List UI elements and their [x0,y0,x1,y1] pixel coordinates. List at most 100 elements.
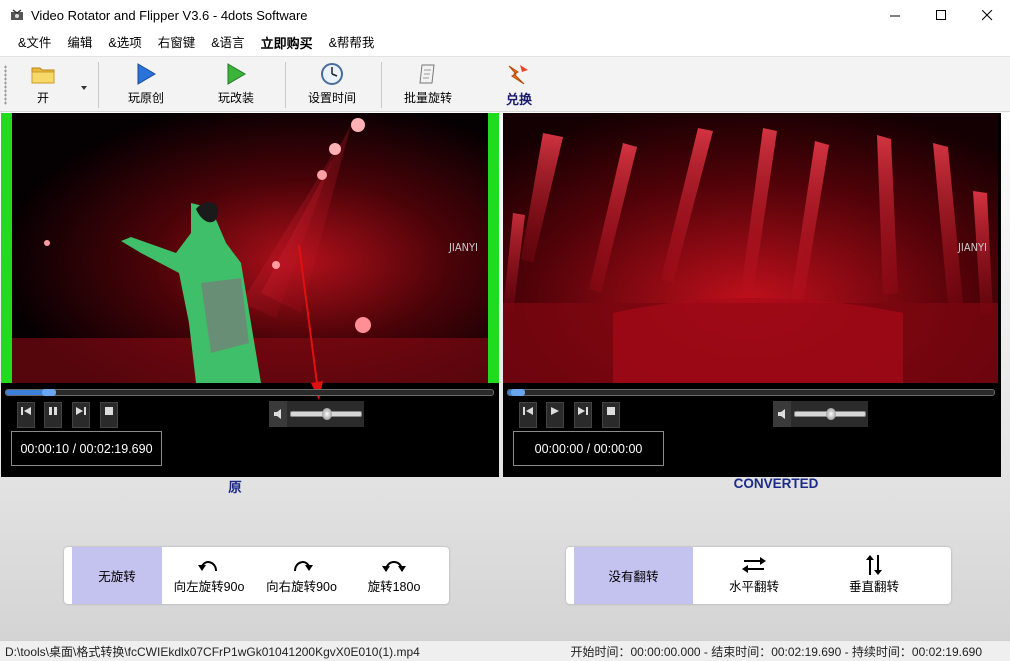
converted-volume-slider[interactable] [794,411,866,417]
original-caption: 原 [200,476,270,496]
converted-play-button[interactable] [546,402,564,428]
prev-icon [21,406,31,416]
converted-player: JIANYI 00:00:00 / 00:00:00 [503,113,1001,477]
original-video-frame[interactable] [1,113,499,383]
rotate-left-label: 向左旋转90o [174,576,245,595]
convert-button[interactable]: 兑换 [502,61,536,109]
rotate-right-icon [291,556,313,574]
play-converted-button[interactable]: 玩改装 [214,61,258,109]
converted-stop-button[interactable] [602,402,620,428]
rotate-right-label: 向右旋转90o [266,576,337,595]
converted-caption: CONVERTED [700,476,852,491]
batch-rotate-button[interactable]: 批量旋转 [402,61,454,109]
original-watermark: JIANYI [449,241,478,254]
converted-video-frame[interactable] [503,113,1001,383]
converted-prev-button[interactable] [519,402,537,428]
open-label: 开 [37,89,49,106]
open-button[interactable]: 开 [28,61,58,109]
original-right-border [488,113,499,383]
converted-volume[interactable] [773,401,868,427]
original-player: JIANYI 00:00:10 / 00:02:19.690 [1,113,499,477]
clock-icon [319,61,345,87]
app-icon [9,8,25,24]
play-original-label: 玩原创 [128,89,164,106]
open-dropdown-arrow-icon[interactable] [80,81,88,89]
vertical-flip-icon [865,556,883,574]
toolbar-grip [4,65,7,105]
toolbar-separator [285,62,286,108]
converted-video-image [503,113,998,383]
time-range: 开始时间：00:00:00.000 - 结束时间：00:02:19.690 - … [570,643,982,660]
close-button[interactable] [964,0,1010,31]
original-prev-button[interactable] [17,402,35,428]
stop-icon [104,406,114,416]
original-seek-thumb[interactable] [42,389,56,396]
horizontal-flip-option[interactable]: 水平翻转 [694,547,814,604]
play-icon [550,406,560,416]
play-green-icon [223,61,249,87]
original-volume-knob[interactable] [322,408,332,420]
rotate-180-option[interactable]: 旋转180o [349,547,439,604]
file-path: D:\tools\桌面\格式转换\fcCWIEkdlx07CFrP1wGk010… [5,643,420,660]
play-converted-label: 玩改装 [218,89,254,106]
converted-next-button[interactable] [574,402,592,428]
pause-icon [48,406,58,416]
set-time-button[interactable]: 设置时间 [306,61,358,109]
batch-rotate-label: 批量旋转 [404,89,452,106]
no-rotation-label: 无旋转 [98,566,136,585]
no-rotation-option[interactable]: 无旋转 [72,547,162,604]
original-time-display: 00:00:10 / 00:02:19.690 [11,431,162,466]
menu-options[interactable]: &选项 [100,31,149,56]
converted-seek-bar[interactable] [507,389,995,396]
toolbar-separator [98,62,99,108]
stop-icon [606,406,616,416]
rotation-options: 无旋转 向左旋转90o 向右旋转90o 旋转180o [64,547,449,604]
play-blue-icon [133,61,159,87]
flip-options: 没有翻转 水平翻转 垂直翻转 [566,547,951,604]
original-volume-slider[interactable] [290,411,362,417]
scroll-icon [415,61,441,87]
converted-volume-knob[interactable] [826,408,836,420]
menu-file[interactable]: &文件 [10,31,59,56]
converted-seek-thumb[interactable] [511,389,525,396]
maximize-button[interactable] [918,0,964,31]
rotate-left-90-option[interactable]: 向左旋转90o [164,547,254,604]
original-video-image [1,113,499,383]
prev-icon [523,406,533,416]
original-left-border [1,113,12,383]
menu-help[interactable]: &帮帮我 [321,31,383,56]
toolbar: 开 玩原创 玩改装 设置时间 批量旋转 兑换 [0,56,1010,112]
speaker-icon [773,401,791,427]
no-flip-option[interactable]: 没有翻转 [574,547,693,604]
menu-context[interactable]: 右窗键 [150,31,204,56]
next-icon [76,406,86,416]
original-pause-button[interactable] [44,402,62,428]
converted-watermark: JIANYI [958,241,987,254]
rotate-180-icon [381,556,407,574]
status-bar: D:\tools\桌面\格式转换\fcCWIEkdlx07CFrP1wGk010… [0,640,1010,661]
minimize-button[interactable] [872,0,918,31]
title-bar: Video Rotator and Flipper V3.6 - 4dots S… [0,0,1010,31]
rotate-right-90-option[interactable]: 向右旋转90o [254,547,349,604]
no-flip-label: 没有翻转 [608,566,658,585]
next-icon [578,406,588,416]
window-title: Video Rotator and Flipper V3.6 - 4dots S… [31,8,308,23]
menu-language[interactable]: &语言 [203,31,252,56]
play-original-button[interactable]: 玩原创 [124,61,168,109]
original-seek-bar[interactable] [5,389,494,396]
set-time-label: 设置时间 [308,89,356,106]
folder-icon [30,61,56,87]
original-stop-button[interactable] [100,402,118,428]
menu-edit[interactable]: 编辑 [59,31,100,56]
vertical-flip-option[interactable]: 垂直翻转 [814,547,934,604]
speaker-icon [269,401,287,427]
horizontal-flip-icon [742,556,766,574]
convert-label: 兑换 [506,89,532,108]
menu-buy-now[interactable]: 立即购买 [253,31,321,56]
rotate-180-label: 旋转180o [368,576,421,595]
original-next-button[interactable] [72,402,90,428]
original-volume[interactable] [269,401,364,427]
vertical-flip-label: 垂直翻转 [849,576,899,595]
rotate-left-icon [198,556,220,574]
converted-time-display: 00:00:00 / 00:00:00 [513,431,664,466]
